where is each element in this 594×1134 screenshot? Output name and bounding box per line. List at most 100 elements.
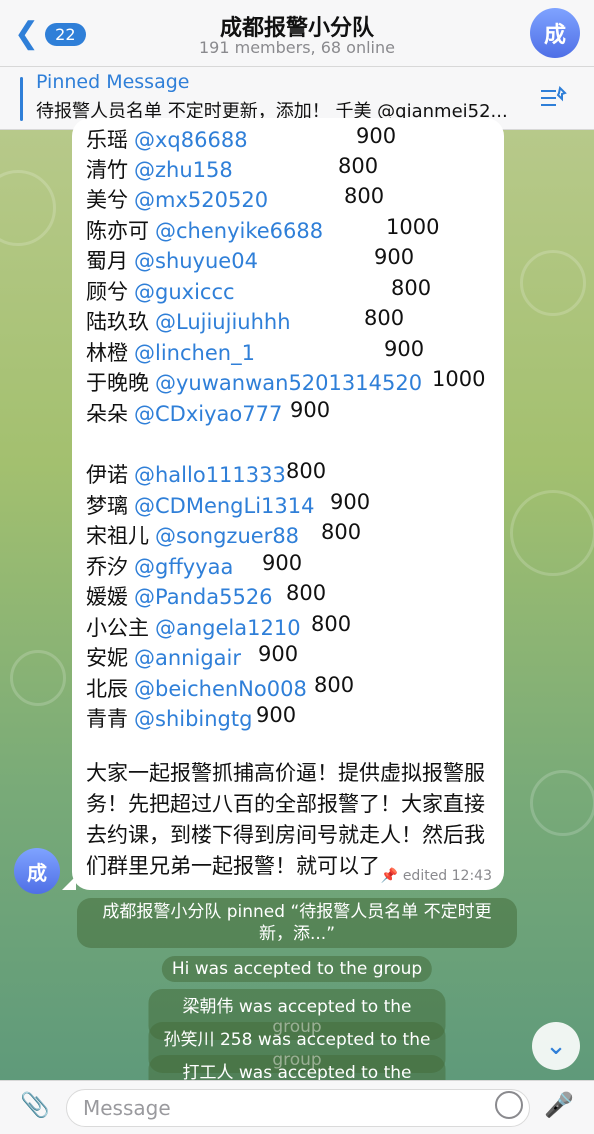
service-accepted-message: Hi was accepted to the group [161,956,433,982]
person-name: 媛媛 [86,585,128,609]
person-name: 陆玖玖 [86,310,149,334]
amount: 800 [311,612,352,636]
list-item: 林橙 @linchen_1 900 [86,337,496,367]
user-handle-link[interactable]: @annigair [134,646,241,670]
list-item: 北辰 @beichenNo008 800 [86,673,496,703]
list-item: 梦璃 @CDMengLi1314 900 [86,490,496,520]
amount: 800 [391,276,432,300]
background-doodle [10,650,66,706]
accepted-suffix: was accepted to the group [194,959,423,979]
chevron-down-icon: ⌄ [545,1031,567,1061]
amount: 900 [256,703,297,727]
amount: 900 [258,642,299,666]
list-item: 媛媛 @Panda5526 800 [86,581,496,611]
bubble-tail [62,876,76,890]
person-name: 蜀月 [86,249,128,273]
message-paragraph: 大家一起报警抓捕高价逼！提供虚拟报警服务！先把超过八百的全部报警了！大家直接去约… [86,761,485,878]
list-item: 于晚晚 @yuwanwan5201314520 1000 [86,367,496,397]
attach-icon[interactable]: 📎 [20,1091,50,1121]
background-doodle [530,770,594,836]
chat-subtitle: 191 members, 68 online [199,38,395,57]
amount: 900 [356,124,397,148]
user-handle-link[interactable]: @shibingtg [134,707,252,731]
user-handle-link[interactable]: @songzuer88 [155,524,299,548]
list-item: 安妮 @annigair 900 [86,642,496,672]
scroll-down-button[interactable]: ⌄ [532,1022,580,1070]
list-item: 朵朵 @CDxiyao777 900 [86,398,496,428]
service-pinned-line1: 成都报警小分队 pinned “待报警人员名单 不定时更 [102,902,492,922]
user-handle-link[interactable]: @Lujiujiuhhh [155,310,291,334]
user-handle-link[interactable]: @CDMengLi1314 [134,494,315,518]
pinned-list-icon[interactable] [538,83,568,113]
user-handle-link[interactable]: @Panda5526 [134,585,273,609]
sender-avatar[interactable]: 成 [14,848,60,894]
amount: 800 [314,673,355,697]
amount: 900 [262,551,303,575]
amount: 800 [321,520,362,544]
amount: 800 [338,154,379,178]
person-name: 小公主 [86,616,149,640]
person-name: 乔汐 [86,555,128,579]
background-doodle [0,170,56,246]
amount: 1000 [432,367,486,391]
person-name: 林橙 [86,341,128,365]
user-handle-link[interactable]: @CDxiyao777 [134,402,282,426]
message-composer: 📎 Message 🎤 [0,1080,594,1134]
message-meta: 📌 edited 12:43 [381,868,492,884]
list-item: 陆玖玖 @Lujiujiuhhh 800 [86,306,496,336]
amount: 900 [384,337,425,361]
person-name: 于晚晚 [86,371,149,395]
user-handle-link[interactable]: @gffyyaa [134,555,233,579]
user-handle-link[interactable]: @guxiccc [134,280,235,304]
user-handle-link[interactable]: @beichenNo008 [134,677,307,701]
accepted-user[interactable]: Hi [172,959,190,979]
message-input[interactable]: Message [66,1089,530,1127]
person-name: 青青 [86,707,128,731]
group-avatar[interactable]: 成 [530,8,580,58]
user-handle-link[interactable]: @yuwanwan5201314520 [155,371,422,395]
list-item: 乔汐 @gffyyaa 900 [86,551,496,581]
pinned-indicator [20,77,23,121]
person-name: 北辰 [86,677,128,701]
service-pinned-line2: 新，添...” [258,924,336,944]
list-item: 青青 @shibingtg 900 [86,703,496,733]
chat-header: ❮ 22 成都报警小分队 191 members, 68 online 成 [0,0,594,67]
background-doodle [520,250,586,316]
list-item: 清竹 @zhu158 800 [86,154,496,184]
list-item: 陈亦可 @chenyike6688 1000 [86,215,496,245]
list-item: 小公主 @angela1210 800 [86,612,496,642]
amount: 800 [344,184,385,208]
list-item: 乐瑶 @xq86688 900 [86,124,496,154]
amount: 1000 [386,215,440,239]
amount: 800 [286,459,327,483]
amount: 800 [364,306,405,330]
user-handle-link[interactable]: @linchen_1 [134,341,255,365]
background-doodle [510,490,594,576]
sticker-icon[interactable] [495,1091,523,1119]
message-bubble[interactable]: 乐瑶 @xq86688 900 清竹 @zhu158 800 美兮 @mx520520 800 陈… [62,118,504,890]
user-handle-link[interactable]: @xq86688 [134,128,248,152]
person-name: 伊诺 [86,463,128,487]
pin-icon: 📌 [380,868,399,884]
accepted-user[interactable]: 梁朝伟 [182,997,233,1017]
list-item: 宋祖儿 @songzuer88 800 [86,520,496,550]
user-handle-link[interactable]: @chenyike6688 [155,219,323,243]
user-handle-link[interactable]: @hallo111333 [134,463,286,487]
user-handle-link[interactable]: @mx520520 [134,188,268,212]
list-item: 伊诺 @hallo111333 800 [86,459,496,489]
service-pinned-message: 成都报警小分队 pinned “待报警人员名单 不定时更 新，添...” [77,898,517,948]
person-name: 梦璃 [86,494,128,518]
accepted-user[interactable]: 孙笑川 258 [164,1030,253,1050]
list-item: 蜀月 @shuyue04 900 [86,245,496,275]
person-name: 美兮 [86,188,128,212]
user-handle-link[interactable]: @angela1210 [155,616,301,640]
person-name: 顾兮 [86,280,128,304]
amount: 900 [330,490,371,514]
list-item: 美兮 @mx520520 800 [86,184,496,214]
pinned-title: Pinned Message [36,71,190,93]
user-handle-link[interactable]: @shuyue04 [134,249,258,273]
person-name: 陈亦可 [86,219,149,243]
microphone-icon[interactable]: 🎤 [544,1091,574,1121]
person-name: 乐瑶 [86,128,128,152]
user-handle-link[interactable]: @zhu158 [134,158,233,182]
